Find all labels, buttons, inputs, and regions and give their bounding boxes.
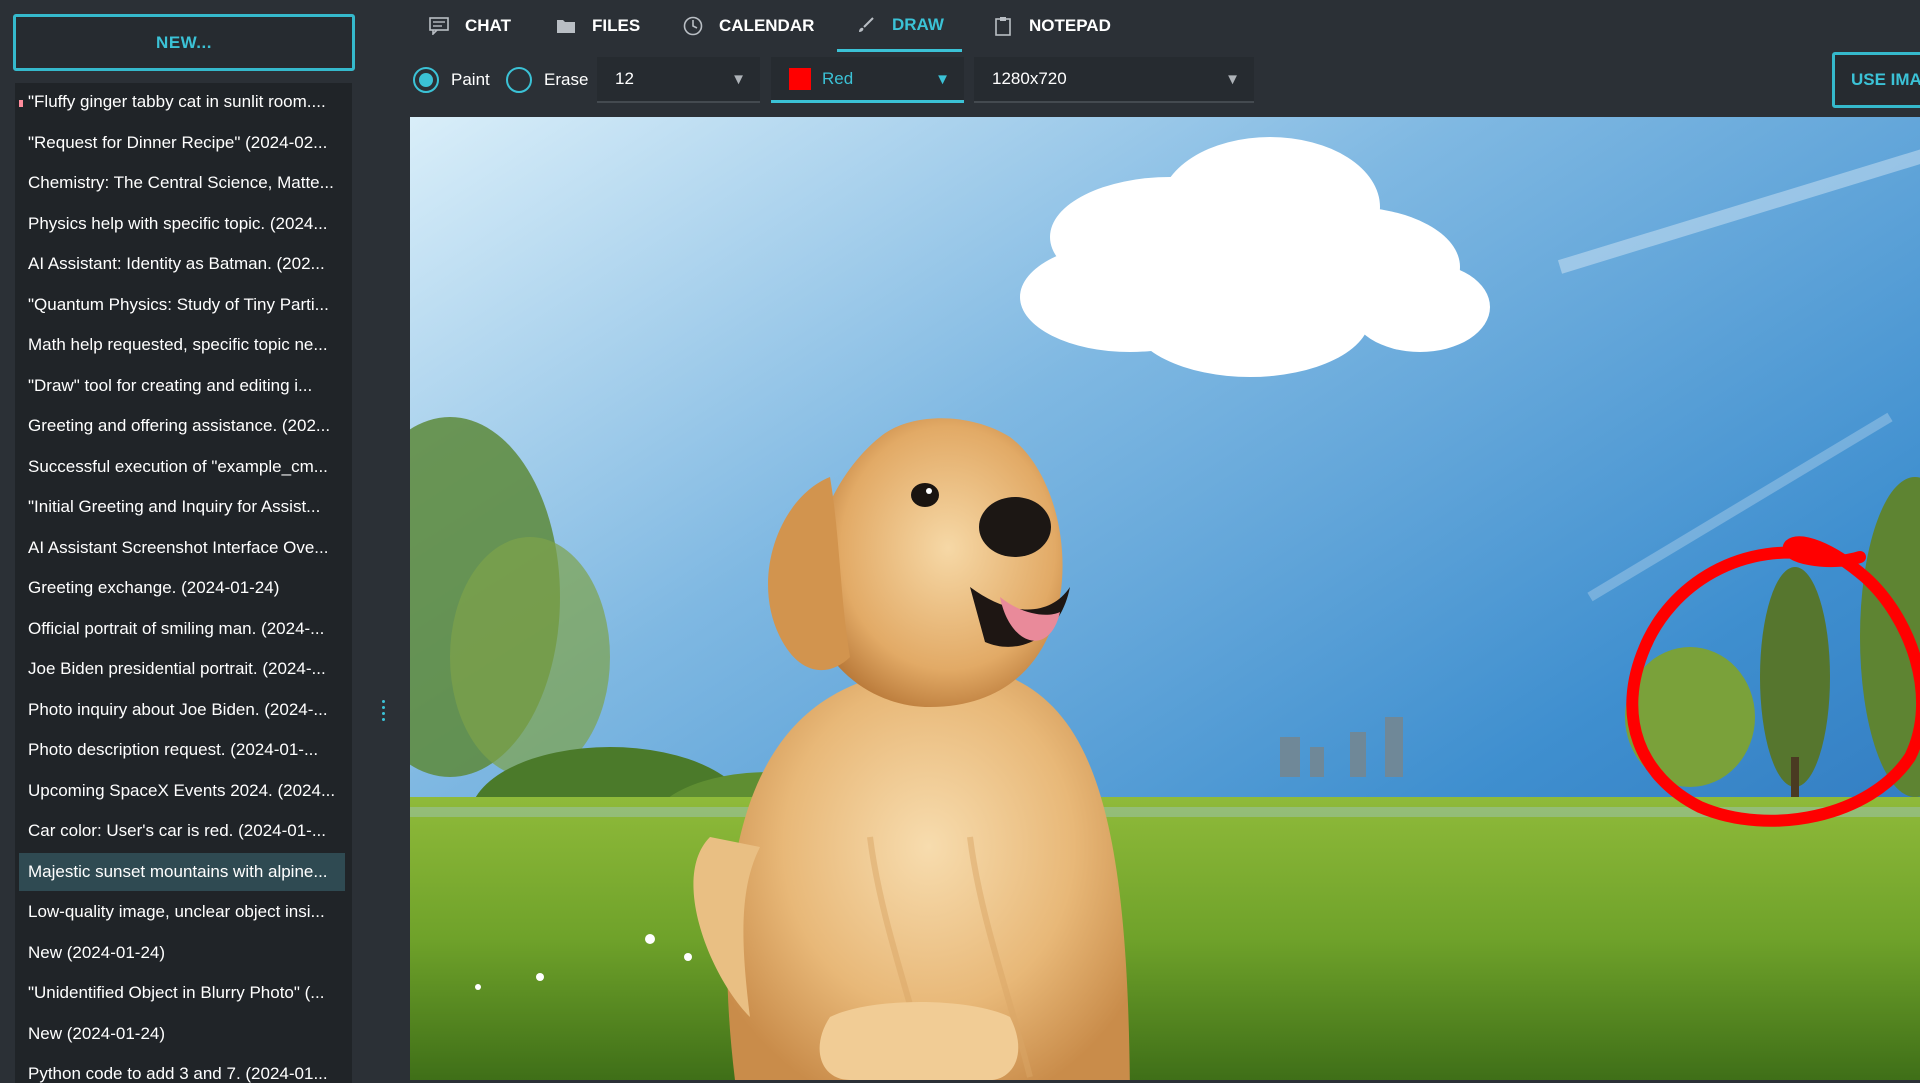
color-swatch [789, 67, 811, 90]
chat-icon [428, 15, 450, 37]
history-item[interactable]: Car color: User's car is red. (2024-01-.… [19, 812, 345, 850]
folder-icon [555, 15, 577, 37]
history-list[interactable]: "Fluffy ginger tabby cat in sunlit room.… [15, 83, 352, 1083]
history-item-label: "Initial Greeting and Inquiry for Assist… [28, 497, 321, 516]
history-item[interactable]: "Quantum Physics: Study of Tiny Parti... [19, 286, 345, 324]
history-item-label: "Unidentified Object in Blurry Photo" (.… [28, 983, 325, 1002]
radio-selected-indicator [413, 67, 439, 93]
dropdown-arrow-icon: ▼ [1225, 71, 1240, 88]
history-item-label: "Quantum Physics: Study of Tiny Parti... [28, 294, 329, 314]
tab-chat[interactable]: CHAT [428, 0, 511, 52]
tab-label: CHAT [465, 16, 511, 35]
resolution-value: 1280x720 [992, 69, 1067, 88]
history-item[interactable]: Low-quality image, unclear object insi..… [19, 893, 345, 931]
history-item-label: Upcoming SpaceX Events 2024. (2024... [28, 780, 336, 800]
tab-calendar[interactable]: CALENDAR [682, 0, 814, 52]
tab-label: FILES [592, 16, 641, 35]
history-item[interactable]: New (2024-01-24) [19, 1015, 345, 1053]
use-image-button[interactable]: USE IMAGE [1832, 52, 1920, 108]
drawing-canvas[interactable] [410, 117, 1920, 1080]
brush-icon [855, 14, 877, 36]
history-item[interactable]: "Unidentified Object in Blurry Photo" (.… [19, 974, 345, 1012]
history-item-label: AI Assistant Screenshot Interface Ove... [28, 537, 329, 557]
history-item[interactable]: Physics help with specific topic. (2024.… [19, 205, 345, 243]
history-item[interactable]: Official portrait of smiling man. (2024-… [19, 610, 345, 648]
history-item[interactable]: Joe Biden presidential portrait. (2024-.… [19, 650, 345, 688]
paint-radio[interactable]: Paint [413, 65, 490, 95]
history-item-label: Majestic sunset mountains with alpine... [28, 861, 328, 881]
paint-radio-label: Paint [451, 70, 490, 89]
history-item-label: New (2024-01-24) [28, 942, 166, 962]
history-item-label: Low-quality image, unclear object insi..… [28, 902, 325, 921]
history-item-label: "Request for Dinner Recipe" (2024-02... [28, 132, 328, 152]
new-button[interactable]: NEW... [13, 14, 355, 71]
history-item[interactable]: New (2024-01-24) [19, 934, 345, 972]
history-item[interactable]: Math help requested, specific topic ne..… [19, 326, 345, 364]
color-select[interactable]: Red ▼ [771, 57, 964, 103]
history-item[interactable]: Photo description request. (2024-01-... [19, 731, 345, 769]
history-item[interactable]: Chemistry: The Central Science, Matte... [19, 164, 345, 202]
clock-icon [682, 15, 704, 37]
history-item-label: Official portrait of smiling man. (2024-… [28, 618, 325, 638]
history-item-label: Successful execution of "example_cm... [28, 456, 328, 476]
history-item-label: Greeting and offering assistance. (202..… [28, 416, 331, 435]
erase-radio-label: Erase [544, 70, 589, 89]
radio-unselected-indicator [506, 67, 532, 93]
history-item-label: Car color: User's car is red. (2024-01-.… [28, 821, 327, 840]
history-item-label: Python code to add 3 and 7. (2024-01... [28, 1064, 328, 1083]
history-item-selected[interactable]: Majestic sunset mountains with alpine... [19, 852, 345, 891]
tab-label: DRAW [892, 14, 944, 34]
history-item[interactable]: Photo inquiry about Joe Biden. (2024-... [19, 691, 345, 729]
brush-size-value: 12 [615, 69, 634, 88]
color-select-label: Red [822, 68, 854, 88]
sidebar: NEW... "Fluffy ginger tabby cat in sunli… [0, 0, 360, 1083]
panel-resize-handle[interactable] [380, 700, 386, 728]
tab-label: CALENDAR [719, 16, 815, 35]
brush-size-select[interactable]: 12 ▼ [597, 57, 760, 103]
tab-label: NOTEPAD [1029, 16, 1111, 35]
history-item[interactable]: Greeting exchange. (2024-01-24) [19, 569, 345, 607]
history-item[interactable]: "Initial Greeting and Inquiry for Assist… [19, 488, 345, 526]
history-item[interactable]: "Request for Dinner Recipe" (2024-02... [19, 124, 345, 162]
history-item-label: "Fluffy ginger tabby cat in sunlit room.… [28, 92, 326, 111]
history-item[interactable]: "Draw" tool for creating and editing i..… [19, 367, 345, 405]
erase-radio[interactable]: Erase [506, 65, 588, 95]
clipboard-icon [992, 15, 1014, 37]
history-item[interactable]: AI Assistant: Identity as Batman. (202..… [19, 245, 345, 283]
history-item-label: Chemistry: The Central Science, Matte... [28, 173, 334, 192]
tab-files[interactable]: FILES [555, 0, 640, 52]
dropdown-arrow-icon: ▼ [935, 71, 950, 88]
history-item-label: "Draw" tool for creating and editing i..… [28, 375, 313, 395]
history-item-label: Photo description request. (2024-01-... [28, 740, 319, 759]
history-item[interactable]: Python code to add 3 and 7. (2024-01... [19, 1055, 345, 1083]
dropdown-arrow-icon: ▼ [731, 71, 746, 88]
history-item-label: Greeting exchange. (2024-01-24) [28, 578, 280, 597]
history-item[interactable]: Successful execution of "example_cm... [19, 448, 345, 486]
history-item-label: Joe Biden presidential portrait. (2024-.… [28, 659, 326, 678]
history-item-label: AI Assistant: Identity as Batman. (202..… [28, 254, 325, 273]
history-item[interactable]: Greeting and offering assistance. (202..… [19, 407, 345, 445]
history-item-label: Math help requested, specific topic ne..… [28, 335, 328, 354]
tab-notepad[interactable]: NOTEPAD [992, 0, 1111, 52]
history-item-label: New (2024-01-24) [28, 1023, 166, 1043]
canvas-image [410, 117, 1920, 1080]
history-item-label: Physics help with specific topic. (2024.… [28, 213, 328, 233]
history-item-label: Photo inquiry about Joe Biden. (2024-... [28, 699, 328, 719]
unread-marker [19, 100, 23, 107]
resolution-select[interactable]: 1280x720 ▼ [974, 57, 1254, 103]
history-item[interactable]: AI Assistant Screenshot Interface Ove... [19, 529, 345, 567]
history-item[interactable]: Upcoming SpaceX Events 2024. (2024... [19, 772, 345, 810]
history-item[interactable]: "Fluffy ginger tabby cat in sunlit room.… [19, 83, 345, 121]
tab-draw[interactable]: DRAW [837, 0, 962, 52]
